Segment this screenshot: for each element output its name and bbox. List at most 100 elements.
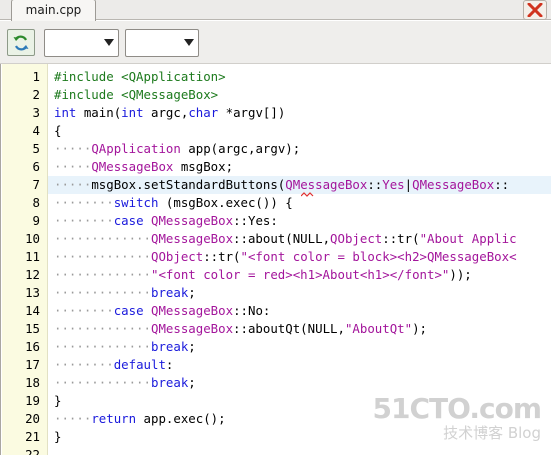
code-line[interactable]: 18 ·············break; [1, 374, 551, 392]
code-line[interactable]: 3 int main(int argc,char *argv[]) [1, 104, 551, 122]
line-code: ·············QMessageBox::about(NULL,QOb… [54, 230, 517, 248]
line-code: ·····QApplication app(argc,argv); [54, 140, 300, 158]
code-token-ident: argc, [143, 105, 189, 120]
code-token-dots: ············· [54, 267, 151, 282]
tab-label: main.cpp [25, 3, 82, 17]
code-line[interactable]: 15 ·············QMessageBox::aboutQt(NULL… [1, 320, 551, 338]
code-line[interactable]: 8 ········switch (msgBox.exec()) { [1, 194, 551, 212]
code-line[interactable]: 13 ·············break; [1, 284, 551, 302]
code-token-ident: ; [188, 285, 196, 300]
line-code: } [54, 392, 61, 410]
squiggle-underline [301, 192, 314, 197]
code-token-ident: msgBox.setStandardButtons( [91, 177, 286, 192]
code-token-ident: app.exec(); [136, 411, 226, 426]
code-token-dots: ············· [54, 339, 151, 354]
line-code: ········case QMessageBox::Yes: [54, 212, 278, 230]
code-token-ident: ::Yes: [233, 213, 278, 228]
code-line[interactable]: 22 [1, 446, 551, 455]
code-token-cls: QApplication [91, 141, 181, 156]
code-line[interactable]: 2 #include <QMessageBox> [1, 86, 551, 104]
code-line[interactable]: 12 ·············"<font color = red><h1>Ab… [1, 266, 551, 284]
code-line[interactable]: 17 ········default: [1, 356, 551, 374]
code-token-ident: app(argc,argv); [180, 141, 301, 156]
line-number: 12 [25, 267, 40, 282]
code-token-ident: ; [188, 375, 196, 390]
code-token-str: "<font color = block><h2>QMessageBox< [240, 249, 517, 264]
code-token-dots: ········ [54, 357, 114, 372]
line-number: 9 [32, 213, 40, 228]
code-token-ident: (msgBox.exec()) { [158, 195, 293, 210]
watermark-logo-text: 51CTO.com [372, 392, 542, 425]
refresh-icon [13, 35, 29, 50]
code-token-kw: break [150, 285, 189, 300]
line-number: 5 [32, 141, 40, 156]
line-code: ·············break; [54, 284, 196, 302]
tab-bar: main.cpp [0, 0, 551, 21]
line-code: ·····return app.exec(); [54, 410, 226, 428]
line-code: ·············break; [54, 338, 196, 356]
line-number: 1 [32, 69, 40, 84]
code-token-cls: QMessageBox [150, 321, 234, 336]
tab-main-cpp[interactable]: main.cpp [11, 0, 96, 21]
code-line[interactable]: 11 ·············QObject::tr("<font color … [1, 248, 551, 266]
code-token-kw: case [113, 303, 144, 318]
code-token-kw: default [113, 357, 166, 372]
code-line[interactable]: 1 #include <QApplication> [1, 68, 551, 86]
code-token-ident: ::aboutQt(NULL, [233, 321, 345, 336]
line-code: ········case QMessageBox::No: [54, 302, 270, 320]
code-token-kw: case [113, 213, 144, 228]
code-token-dots: ············· [54, 285, 151, 300]
refresh-button[interactable] [7, 29, 35, 56]
line-number: 19 [25, 393, 40, 408]
code-token-ident: )); [449, 267, 472, 282]
code-token-dots: ········ [54, 195, 114, 210]
close-button[interactable] [523, 0, 547, 20]
code-token-kw: switch [113, 195, 159, 210]
code-line[interactable]: 6 ·····QMessageBox msgBox; [1, 158, 551, 176]
code-token-dots: ············· [54, 375, 151, 390]
line-number: 14 [25, 303, 40, 318]
code-token-ident: main( [76, 105, 122, 120]
code-line[interactable]: 7 ·····msgBox.setStandardButtons(QMessage… [1, 176, 551, 194]
symbol-combo-box[interactable] [44, 29, 119, 57]
line-code: int main(int argc,char *argv[]) [54, 104, 285, 122]
code-token-dots: ········ [54, 213, 114, 228]
code-token-prep: #include <QApplication> [54, 69, 226, 84]
code-token-str: "<font color = red><h1>About<h1></font>" [150, 267, 450, 282]
line-code: ········default: [54, 356, 173, 374]
code-token-kw: int [121, 105, 144, 120]
line-code: } [54, 428, 61, 446]
line-code: ········switch (msgBox.exec()) { [54, 194, 293, 212]
code-token-cls: QMessageBox [151, 303, 234, 318]
code-token-dots: ········ [54, 303, 114, 318]
line-number: 13 [25, 285, 40, 300]
line-code: ·············"<font color = red><h1>Abou… [54, 266, 472, 284]
code-token-prep: #include <QMessageBox> [54, 87, 219, 102]
code-line[interactable]: 10 ·············QMessageBox::about(NULL,Q… [1, 230, 551, 248]
line-number: 11 [25, 249, 40, 264]
scope-combo-box[interactable] [125, 29, 199, 57]
code-line[interactable]: 4{ [1, 122, 551, 140]
code-token-cls: QObject [150, 249, 204, 264]
code-token-ident: msgBox; [173, 159, 234, 174]
code-token-ident: :: [494, 177, 510, 192]
line-number: 21 [25, 429, 40, 444]
code-token-ident: | [404, 177, 413, 192]
line-code: #include <QApplication> [54, 68, 226, 86]
code-token-kw: int [54, 105, 77, 120]
code-token-ident: : [165, 357, 174, 372]
line-number: 3 [32, 105, 40, 120]
code-line[interactable]: 9 ········case QMessageBox::Yes: [1, 212, 551, 230]
code-token-ident: *argv[]) [218, 105, 286, 120]
line-number: 20 [25, 411, 40, 426]
line-number: 6 [32, 159, 40, 174]
code-token-cls: QMessageBox [150, 231, 234, 246]
code-line[interactable]: 5 ·····QApplication app(argc,argv); [1, 140, 551, 158]
code-token-kw: break [150, 375, 189, 390]
code-line[interactable]: 16 ·············break; [1, 338, 551, 356]
line-number: 10 [25, 231, 40, 246]
code-token-dots: ····· [54, 411, 92, 426]
line-number: 16 [25, 339, 40, 354]
line-code: { [54, 122, 61, 140]
code-line[interactable]: 14 ········case QMessageBox::No: [1, 302, 551, 320]
